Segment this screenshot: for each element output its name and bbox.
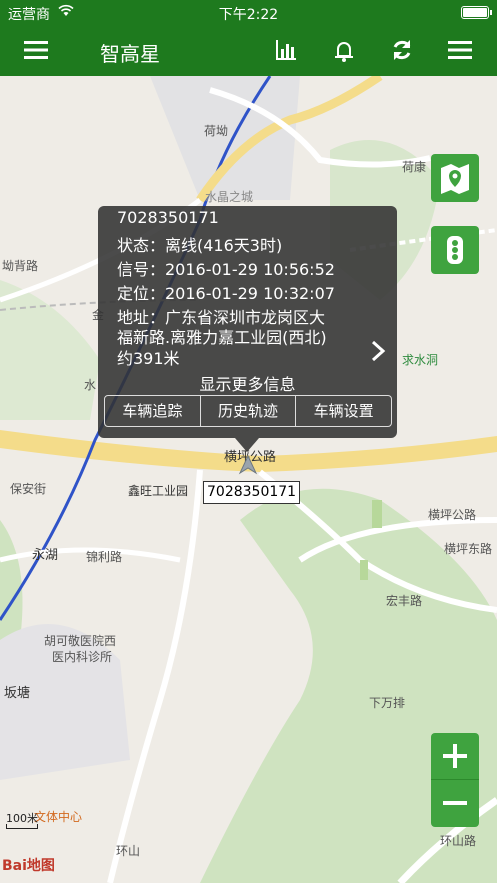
map-label: 坳背路	[2, 259, 39, 273]
traffic-light-icon	[447, 236, 463, 264]
map-label: 锦利路	[86, 550, 123, 564]
location-time: 定位：2016-01-29 10:32:07	[117, 284, 335, 303]
map-label: 环山	[116, 844, 141, 858]
popup-tail	[235, 438, 259, 452]
vehicle-marker-icon[interactable]	[238, 455, 258, 475]
map-label: 横坪公路	[428, 508, 477, 522]
vehicle-info-popup: 7028350171 状态：离线(416天3时) 信号：2016-01-29 1…	[98, 206, 397, 452]
baidu-logo: Bai地图	[2, 858, 55, 874]
battery-icon	[461, 6, 492, 19]
map-label: 坂塘	[4, 686, 31, 701]
show-more-link[interactable]: 显示更多信息	[98, 371, 397, 395]
map-label: 求水洞	[402, 353, 439, 367]
map-label: 荷坳	[204, 124, 229, 138]
map-layer-button[interactable]	[431, 154, 479, 202]
map-label: 文体中心	[34, 810, 83, 824]
app-title: 智高星	[100, 42, 160, 66]
vehicle-status: 状态：离线(416天3时)	[117, 236, 283, 255]
address-line: 约391米	[117, 349, 180, 368]
map-label: 保安街	[10, 482, 47, 496]
map-scale: 100米	[6, 810, 38, 829]
map-label: 环山路	[440, 834, 477, 848]
map-label: 横坪东路	[444, 542, 493, 556]
vehicle-track-button[interactable]: 车辆追踪	[105, 396, 201, 426]
map-label: 胡可敬医院西	[44, 634, 117, 648]
refresh-icon[interactable]	[388, 36, 416, 64]
signal-time: 信号：2016-01-29 10:56:52	[117, 260, 335, 279]
map-label: 水晶之城	[205, 190, 254, 204]
map-view[interactable]: 荷坳 水晶之城 坳背路 荷康 求水洞 横坪公路 鑫旺工业园 保安街 永湖 锦利路…	[0, 76, 497, 883]
traffic-button[interactable]	[431, 226, 479, 274]
device-id: 7028350171	[117, 208, 219, 227]
map-pin-icon	[441, 164, 469, 194]
map-label: 下万排	[369, 696, 406, 710]
menu-icon[interactable]	[22, 36, 50, 64]
map-label: 医内科诊所	[52, 650, 113, 664]
popup-actions: 车辆追踪 历史轨迹 车辆设置	[104, 395, 392, 427]
map-label: 水	[84, 378, 97, 392]
nav-bar: 智高星	[0, 24, 497, 76]
bar-chart-icon[interactable]	[272, 36, 300, 64]
map-label: 宏丰路	[386, 594, 423, 608]
history-track-button[interactable]: 历史轨迹	[201, 396, 297, 426]
zoom-out-icon[interactable]	[431, 780, 479, 826]
zoom-in-icon[interactable]	[431, 733, 479, 779]
vehicle-id-label[interactable]: 7028350171	[203, 481, 301, 504]
chevron-right-icon[interactable]	[369, 340, 387, 362]
list-menu-icon[interactable]	[446, 36, 474, 64]
map-label: 永湖	[32, 548, 59, 563]
clock: 下午2:22	[218, 7, 279, 23]
map-label: 荷康	[402, 160, 427, 174]
vehicle-settings-button[interactable]: 车辆设置	[296, 396, 391, 426]
map-label: 鑫旺工业园	[128, 484, 189, 498]
zoom-control	[431, 733, 479, 827]
status-bar: 运营商 下午2:22	[0, 0, 497, 24]
bell-icon[interactable]	[330, 36, 358, 64]
